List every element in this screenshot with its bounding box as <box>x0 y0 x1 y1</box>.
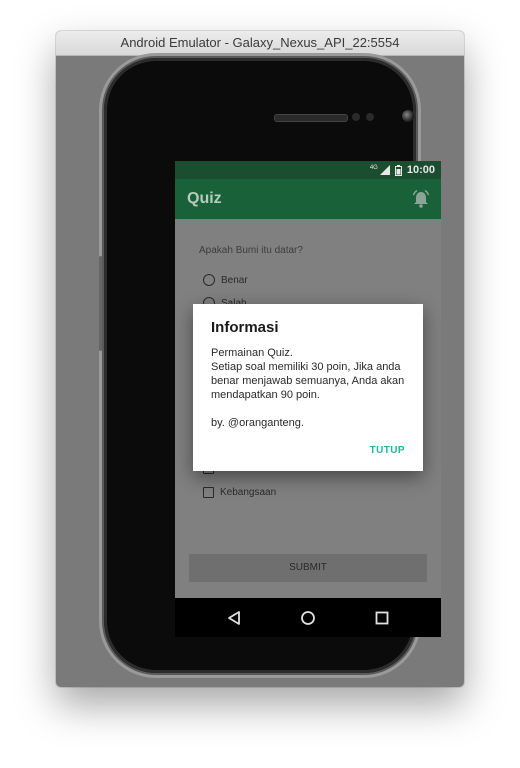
network-type: 4G <box>369 165 378 171</box>
dialog-title: Informasi <box>211 319 279 336</box>
close-button[interactable]: TUTUP <box>370 445 405 456</box>
checkbox-kebangsaan[interactable]: Kebangsaan <box>203 487 276 498</box>
emulator-window: Android Emulator - Galaxy_Nexus_API_22:5… <box>56 31 464 687</box>
cell-signal-icon <box>379 165 390 175</box>
dialog-line: Setiap soal memiliki 30 poin, Jika anda … <box>211 361 405 401</box>
signal-icon: 4G <box>370 165 390 175</box>
checkbox[interactable] <box>203 487 214 498</box>
recent-apps-icon[interactable] <box>374 610 390 631</box>
dialog-signature: by. @oranganteng. <box>211 417 304 429</box>
proximity-sensor <box>352 113 360 121</box>
earpiece-speaker <box>274 114 348 122</box>
home-icon[interactable] <box>300 610 316 631</box>
option-label: Benar <box>221 274 248 286</box>
question-text: Apakah Bumi itu datar? <box>199 245 303 256</box>
light-sensor <box>366 113 374 121</box>
bell-icon[interactable] <box>411 189 431 214</box>
dialog-line: Permainan Quiz. <box>211 347 293 359</box>
option-benar[interactable]: Benar <box>203 274 248 286</box>
submit-button[interactable]: SUBMIT <box>189 554 427 582</box>
window-title: Android Emulator - Galaxy_Nexus_API_22:5… <box>56 31 464 56</box>
app-bar: Quiz <box>175 179 441 219</box>
volume-button[interactable] <box>99 256 102 351</box>
battery-icon <box>394 164 402 176</box>
status-time: 10:00 <box>406 164 435 176</box>
phone-body: 4G 10:00 Quiz Apakah Bumi itu datar? Ben… <box>99 58 441 673</box>
info-dialog: Informasi Permainan Quiz. Setiap soal me… <box>193 304 423 471</box>
phone-screen: 4G 10:00 Quiz Apakah Bumi itu datar? Ben… <box>175 161 441 637</box>
app-title: Quiz <box>187 190 222 207</box>
status-bar: 4G 10:00 <box>175 161 441 179</box>
back-icon[interactable] <box>226 610 242 631</box>
front-camera <box>402 110 414 122</box>
navigation-bar <box>175 598 441 637</box>
dialog-message: Permainan Quiz. Setiap soal memiliki 30 … <box>211 346 409 430</box>
radio-button[interactable] <box>203 274 215 286</box>
checkbox-label: Kebangsaan <box>220 487 277 498</box>
